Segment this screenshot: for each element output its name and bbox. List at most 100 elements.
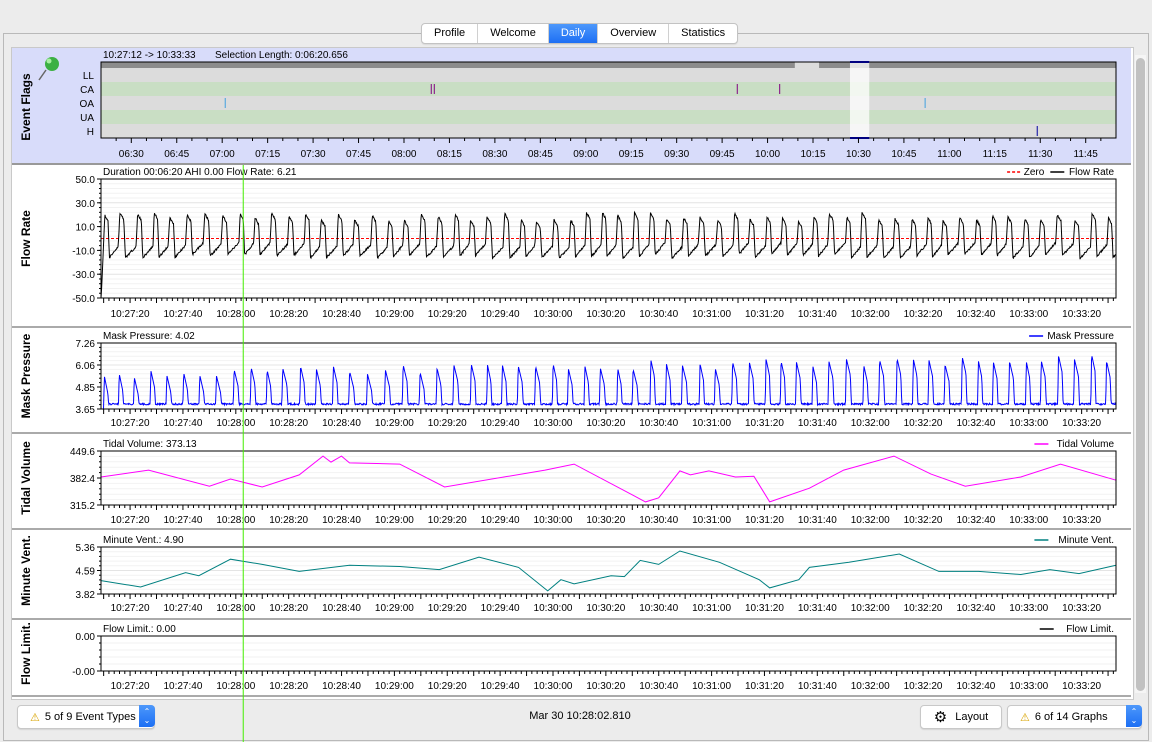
tab-profile[interactable]: Profile	[422, 24, 479, 43]
graph-mask-pressure: Mask Pressure Mask Pressure: 4.02 Mask Pre…	[12, 331, 1131, 434]
event-row-ll	[101, 68, 1116, 82]
x-tick-label: 10:29:40	[481, 418, 520, 429]
x-tick-label: 10:29:20	[428, 309, 467, 320]
x-tick-label: 10:32:20	[904, 309, 943, 320]
x-tick-label: 10:31:00	[692, 603, 731, 614]
x-tick-label: 10:28:00	[216, 309, 255, 320]
tab-statistics[interactable]: Statistics	[669, 24, 737, 43]
y-tick-label: -10.0	[72, 246, 95, 257]
y-tick-label: 5.36	[76, 543, 96, 554]
x-tick-label: 10:28:20	[269, 681, 308, 692]
x-tick-label: 10:29:20	[428, 515, 467, 526]
legend-label: Minute Vent.	[1058, 535, 1114, 546]
warning-icon: ⚠	[30, 711, 40, 724]
event-row-ua	[101, 110, 1116, 124]
x-tick-label: 06:45	[164, 149, 189, 160]
x-tick-label: 08:15	[437, 149, 462, 160]
x-tick-label: 10:30:20	[586, 418, 625, 429]
x-tick-label: 10:31:20	[745, 418, 784, 429]
x-tick-label: 10:31:00	[692, 309, 731, 320]
graph-flow-limit-: Flow Limit. Flow Limit.: 0.00 Flow Limit. 0…	[12, 622, 1131, 697]
y-tick-label: 3.82	[76, 590, 96, 601]
x-tick-label: 10:28:20	[269, 515, 308, 526]
x-tick-label: 10:33:00	[1009, 418, 1048, 429]
tab-daily[interactable]: Daily	[548, 24, 599, 43]
x-tick-label: 09:45	[710, 149, 735, 160]
event-row-ca	[101, 82, 1116, 96]
graphs-dropdown[interactable]: ⚠ 6 of 14 Graphs ⌃ ⌄	[1007, 705, 1142, 729]
x-tick-label: 10:29:40	[481, 681, 520, 692]
x-tick-label: 11:30	[1028, 149, 1053, 160]
x-tick-label: 11:45	[1074, 149, 1099, 160]
x-tick-label: 10:33:20	[1062, 603, 1101, 614]
session-gap	[794, 62, 820, 68]
y-tick-label: 7.26	[76, 339, 96, 350]
x-tick-label: 10:31:20	[745, 681, 784, 692]
x-tick-label: 10:31:20	[745, 309, 784, 320]
scrollbar-thumb[interactable]	[1136, 58, 1145, 691]
x-tick-label: 10:32:00	[851, 603, 890, 614]
x-tick-label: 10:30:20	[586, 309, 625, 320]
event-types-dropdown[interactable]: ⚠ 5 of 9 Event Types ⌃ ⌄	[17, 705, 155, 729]
selection-length: Selection Length: 0:06:20.656	[215, 50, 348, 61]
x-tick-label: 10:30:40	[639, 309, 678, 320]
x-tick-label: 10:31:40	[798, 681, 837, 692]
x-tick-label: 09:30	[664, 149, 689, 160]
x-tick-label: 08:00	[391, 149, 416, 160]
event-row-h	[101, 124, 1116, 138]
x-tick-label: 10:28:20	[269, 309, 308, 320]
x-tick-label: 10:29:00	[375, 603, 414, 614]
layout-button[interactable]: ⚙ Layout	[920, 705, 1002, 729]
x-tick-label: 10:29:40	[481, 515, 520, 526]
y-tick-label: 315.2	[70, 501, 95, 512]
tab-welcome[interactable]: Welcome	[478, 24, 549, 43]
y-tick-label: 3.65	[76, 405, 96, 416]
graph-flow-rate: Flow Rate Duration 00:06:20 AHI 0.00 Flow…	[12, 167, 1131, 328]
x-tick-label: 10:27:40	[163, 418, 202, 429]
dropdown-stepper-icon: ⌃ ⌄	[1126, 705, 1142, 727]
x-tick-label: 10:28:40	[322, 309, 361, 320]
graph-title: Tidal Volume	[19, 441, 33, 515]
x-tick-label: 10:29:20	[428, 418, 467, 429]
cursor-datetime: Mar 30 10:28:02.810	[529, 710, 631, 722]
x-tick-label: 10:32:20	[904, 515, 943, 526]
x-tick-label: 10:31:20	[745, 603, 784, 614]
event-flags-title: Event Flags	[19, 73, 33, 141]
x-tick-label: 10:27:20	[111, 418, 150, 429]
x-tick-label: 10:29:00	[375, 681, 414, 692]
x-tick-label: 10:32:00	[851, 681, 890, 692]
x-tick-label: 10:27:40	[163, 309, 202, 320]
x-tick-label: 09:00	[573, 149, 598, 160]
graph-header: Minute Vent.: 4.90	[103, 535, 184, 546]
event-row-label: OA	[80, 99, 95, 110]
legend-label: Zero	[1024, 167, 1045, 178]
x-tick-label: 10:32:40	[956, 603, 995, 614]
y-tick-label: 6.06	[76, 361, 96, 372]
x-tick-label: 10:30:00	[534, 418, 573, 429]
graph-minute-vent-: Minute Vent. Minute Vent.: 4.90 Minute Ven…	[12, 535, 1131, 620]
x-tick-label: 10:28:00	[216, 515, 255, 526]
x-tick-label: 10:28:00	[216, 681, 255, 692]
tab-overview[interactable]: Overview	[598, 24, 670, 43]
x-tick-label: 10:30:40	[639, 603, 678, 614]
x-tick-label: 10:29:40	[481, 603, 520, 614]
x-tick-label: 10:33:20	[1062, 681, 1101, 692]
x-tick-label: 10:33:00	[1009, 681, 1048, 692]
layout-label: Layout	[955, 711, 989, 723]
x-tick-label: 10:27:40	[163, 603, 202, 614]
y-tick-label: 449.6	[70, 447, 95, 458]
x-tick-label: 10:31:40	[798, 603, 837, 614]
x-tick-label: 10:28:40	[322, 603, 361, 614]
x-tick-label: 10:28:40	[322, 418, 361, 429]
x-tick-label: 10:32:20	[904, 603, 943, 614]
y-tick-label: -50.0	[72, 294, 95, 305]
x-tick-label: 10:27:20	[111, 681, 150, 692]
y-tick-label: 382.4	[70, 474, 95, 485]
x-tick-label: 06:30	[119, 149, 144, 160]
x-tick-label: 10:32:20	[904, 418, 943, 429]
x-tick-label: 07:30	[301, 149, 326, 160]
x-tick-label: 10:32:40	[956, 309, 995, 320]
warning-icon: ⚠	[1020, 711, 1030, 724]
graph-tidal-volume: Tidal Volume Tidal Volume: 373.13 Tidal Vo…	[12, 439, 1131, 530]
event-row-label: H	[87, 127, 94, 138]
